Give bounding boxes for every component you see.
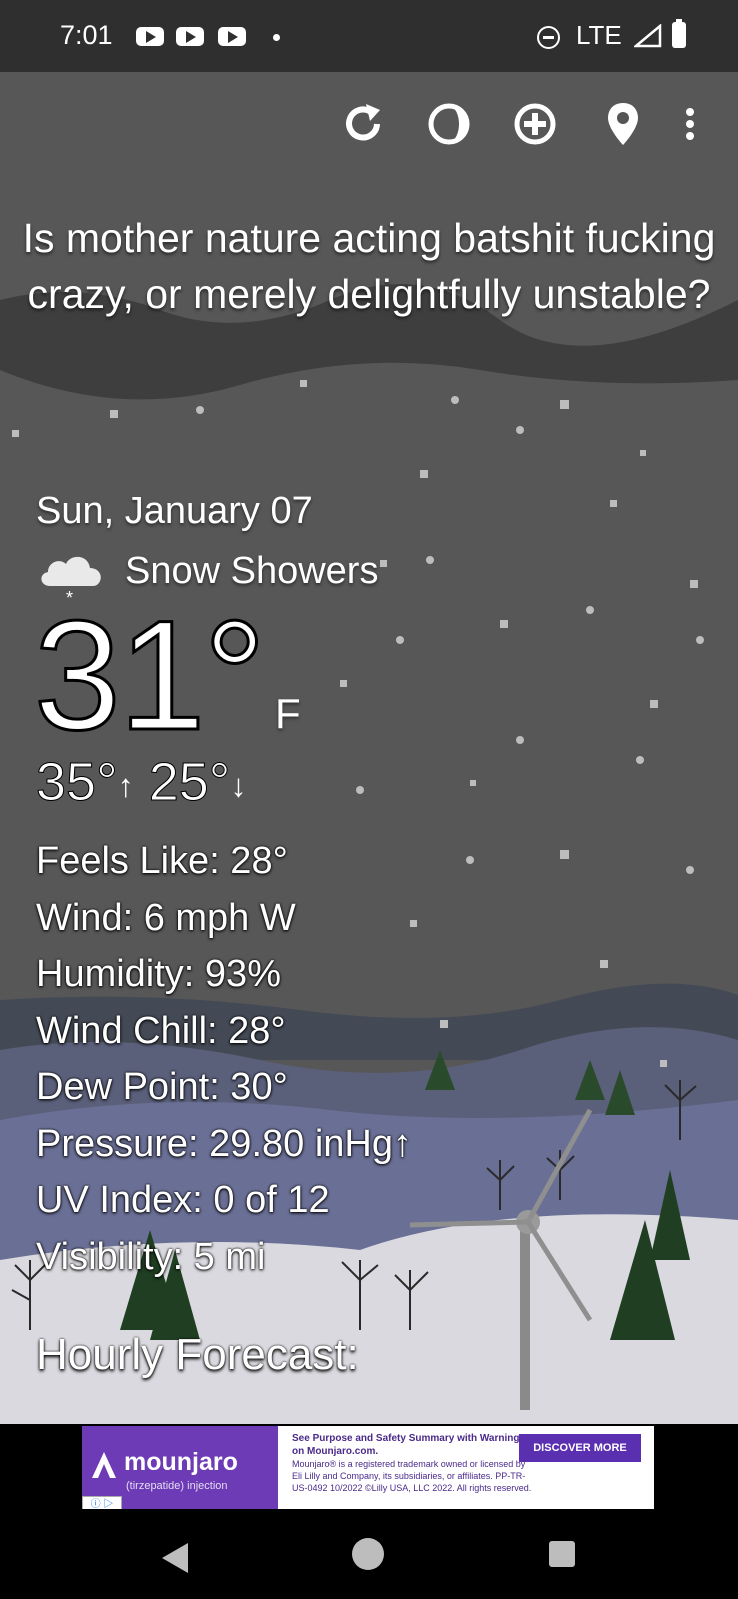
arrow-down-icon: ↓ [230,767,247,804]
weather-condition: Snow Showers [125,550,379,592]
weather-headline: Is mother nature acting batshit fucking … [22,215,716,317]
home-icon[interactable] [352,1538,384,1570]
more-options-icon[interactable] [676,98,704,150]
temperature-unit: F [275,690,301,737]
detail-humidity: Humidity: 93% [36,953,281,995]
ad-cta-button[interactable]: DISCOVER MORE [519,1434,641,1462]
ad-brand-subtitle: (tirzepatide) injection [126,1480,228,1492]
youtube-notification-icon [218,27,246,46]
low-temperature: 25° [148,752,231,813]
hourly-forecast-heading: Hourly Forecast: [36,1330,359,1379]
ad-copy: See Purpose and Safety Summary with Warn… [292,1432,532,1494]
more-notifications-dot-icon [273,34,280,41]
back-icon[interactable] [160,1541,190,1575]
high-temperature: 35° [36,752,119,813]
mounjaro-logo-icon [92,1452,116,1478]
battery-icon [672,19,686,48]
detail-dew-point: Dew Point: 30° [36,1066,288,1108]
location-pin-icon[interactable] [597,98,649,150]
youtube-notification-icon [176,27,204,46]
forecast-date: Sun, January 07 [36,490,313,532]
do-not-disturb-icon [537,26,560,49]
add-location-icon[interactable] [509,98,561,150]
status-bar: 7:01 LTE [0,0,738,72]
moon-phase-icon[interactable] [423,98,475,150]
arrow-up-icon: ↑ [117,767,134,804]
detail-uv-index: UV Index: 0 of 12 [36,1179,330,1221]
ad-fineprint: Mounjaro® is a registered trademark owne… [292,1459,532,1493]
youtube-notification-icon [136,27,164,46]
ad-banner[interactable]: mounjaro (tirzepatide) injection See Pur… [82,1426,654,1511]
high-low-temperatures: 35°↑ 25°↓ [36,752,247,816]
status-time: 7:01 [60,20,113,50]
signal-strength-icon [634,24,662,48]
ad-brand-name: mounjaro [124,1448,238,1476]
detail-feels-like: Feels Like: 28° [36,840,288,882]
detail-visibility: Visibility: 5 mi [36,1235,266,1278]
network-type: LTE [576,20,622,50]
detail-wind: Wind: 6 mph W [36,896,296,939]
ad-headline: See Purpose and Safety Summary with Warn… [292,1433,526,1457]
detail-pressure: Pressure: 29.80 inHg↑ [36,1122,412,1165]
refresh-icon[interactable] [337,98,389,150]
current-temperature: 31° [33,589,268,763]
recent-apps-icon[interactable] [549,1541,575,1567]
weather-details-list: Feels Like: 28° Wind: 6 mph W Humidity: … [36,833,412,1285]
detail-wind-chill: Wind Chill: 28° [36,1009,286,1052]
